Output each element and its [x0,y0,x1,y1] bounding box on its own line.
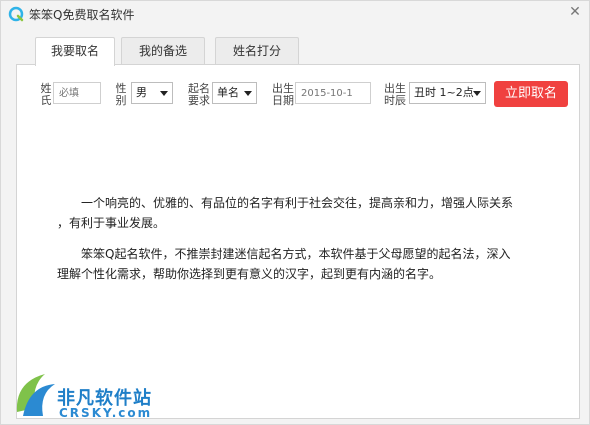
surname-label: 姓氏 [40,82,52,107]
chevron-down-icon [244,91,252,96]
intro-paragraph-1-line-2: ，有利于事业发展。 [57,216,166,230]
intro-paragraph-2-line-2: 理解个性化需求，帮助你选择到更有意义的汉字，起到更有内涵的名字。 [57,267,442,281]
app-window: 笨笨Q免费取名软件 ✕ 我要取名 我的备选 姓名打分 姓氏 性别 男 起名要求 … [0,0,590,425]
tab-name-generator[interactable]: 我要取名 [35,37,115,66]
chevron-down-icon [473,91,481,96]
birth-date-input[interactable] [295,82,371,104]
birth-time-select[interactable]: 丑时 1~2点 [409,82,486,104]
close-icon[interactable]: ✕ [567,4,583,20]
app-logo-icon [8,6,24,22]
gender-label: 性别 [115,82,127,107]
tab-name-scoring[interactable]: 姓名打分 [215,37,299,65]
birth-time-label: 出生 时辰 [384,82,406,107]
window-title: 笨笨Q免费取名软件 [29,8,135,22]
title-bar: 笨笨Q免费取名软件 ✕ [1,1,589,27]
gender-select[interactable]: 男 [131,82,173,104]
generate-name-button[interactable]: 立即取名 [494,81,568,107]
surname-input[interactable] [53,82,101,104]
watermark-text-en: CRSKY.com [59,406,153,420]
tab-my-favorites[interactable]: 我的备选 [121,37,205,65]
naming-requirement-label: 起名 要求 [188,82,210,107]
birth-date-label: 出生 日期 [272,82,294,107]
intro-paragraph-2-line-1: 笨笨Q起名软件，不推崇封建迷信起名方式，本软件基于父母愿望的起名法，深入 [81,247,511,261]
naming-requirement-select[interactable]: 单名 [212,82,257,104]
chevron-down-icon [160,91,168,96]
intro-paragraph-1-line-1: 一个响亮的、优雅的、有品位的名字有利于社会交往，提高亲和力，增强人际关系 [81,196,514,210]
